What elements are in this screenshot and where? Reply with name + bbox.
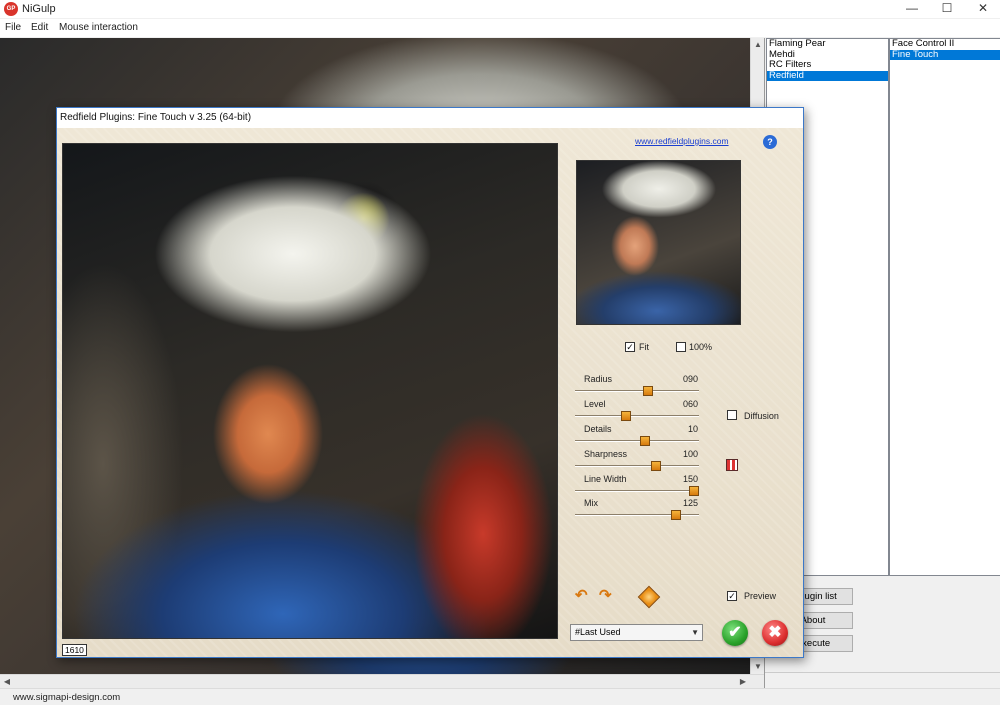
slider-handle[interactable] (651, 461, 662, 471)
app-titlebar: GP NiGulp — ☐ ✕ (0, 0, 1000, 18)
diffusion-label: Diffusion (744, 411, 779, 421)
slider-handle[interactable] (670, 510, 681, 520)
app-title: NiGulp (22, 3, 56, 15)
slider-handle[interactable] (643, 386, 654, 396)
preset-value: #Last Used (575, 627, 621, 637)
app-logo-icon: GP (4, 2, 18, 16)
close-window-button[interactable]: ✕ (966, 0, 1000, 18)
slider-value: 150 (682, 474, 698, 484)
slider-value: 090 (682, 374, 698, 384)
menu-file[interactable]: File (5, 22, 21, 33)
slider-value: 100 (682, 449, 698, 459)
scroll-right-icon[interactable]: ▶ (736, 675, 750, 689)
preview-label: Preview (744, 591, 777, 601)
slider-label: Radius (584, 374, 613, 384)
vendor-item-redfield[interactable]: Redfield (767, 70, 888, 81)
redo-icon[interactable]: ↷ (599, 588, 617, 603)
help-icon[interactable]: ? (763, 135, 777, 149)
cancel-button[interactable]: ✖ (762, 620, 788, 646)
scroll-down-icon[interactable]: ▼ (751, 660, 765, 674)
plugin-item-fine-touch[interactable]: Fine Touch (890, 49, 1000, 60)
slider-handle[interactable] (639, 436, 650, 446)
fit-checkbox[interactable]: ✓ (625, 342, 635, 352)
thumbnail-preview-image[interactable] (576, 160, 741, 325)
full-size-label: 100% (689, 342, 713, 352)
image-size-label: 1610 (62, 644, 87, 656)
minimize-button[interactable]: — (895, 0, 929, 18)
slider-label: Details (584, 424, 612, 434)
slider-track[interactable] (575, 465, 699, 467)
diffusion-checkbox[interactable] (727, 410, 737, 420)
preview-checkbox[interactable]: ✓ (727, 591, 737, 601)
slider-handle[interactable] (689, 486, 699, 496)
menu-mouse-interaction[interactable]: Mouse interaction (59, 22, 138, 33)
slider-label: Line Width (584, 474, 627, 484)
slider-value: 060 (682, 399, 698, 409)
preset-dropdown[interactable]: #Last Used ▼ (570, 624, 703, 641)
plugin-list[interactable]: Face Control II Fine Touch (889, 38, 1000, 576)
plugin-item-face-control[interactable]: Face Control II (890, 38, 1000, 50)
scroll-left-icon[interactable]: ◀ (0, 675, 14, 689)
main-preview-image[interactable] (62, 143, 558, 639)
website-link[interactable]: www.redfieldplugins.com (635, 136, 729, 146)
slider-handle[interactable] (620, 411, 631, 421)
slider-track[interactable] (575, 440, 699, 442)
slider-label: Sharpness (584, 449, 628, 459)
randomize-icon[interactable] (637, 585, 661, 609)
vendor-item-rc-filters[interactable]: RC Filters (767, 59, 888, 71)
panel-footer (765, 672, 1000, 688)
slider-label: Level (584, 399, 606, 409)
horizontal-scrollbar[interactable]: ◀ ▶ (0, 674, 764, 688)
slider-track[interactable] (575, 390, 699, 392)
menu-edit[interactable]: Edit (31, 22, 48, 33)
full-size-checkbox[interactable] (676, 342, 686, 352)
undo-icon[interactable]: ↶ (575, 588, 593, 603)
status-text: www.sigmapi-design.com (13, 692, 121, 703)
slider-value: 10 (687, 424, 698, 434)
vendor-item-flaming-pear[interactable]: Flaming Pear (767, 38, 888, 50)
slider-label: Mix (584, 498, 598, 508)
dialog-titlebar[interactable]: Redfield Plugins: Fine Touch v 3.25 (64-… (57, 108, 803, 128)
maximize-button[interactable]: ☐ (930, 0, 964, 18)
dialog-body: 1610 www.redfieldplugins.com ? ✓ Fit 100… (57, 128, 803, 657)
ok-button[interactable]: ✔ (722, 620, 748, 646)
color-picker-icon[interactable] (726, 459, 738, 471)
slider-track[interactable] (575, 415, 699, 417)
chevron-down-icon: ▼ (691, 628, 699, 637)
menu-bar: File Edit Mouse interaction (0, 19, 1000, 37)
status-bar: www.sigmapi-design.com (0, 688, 1000, 705)
slider-value: 125 (682, 498, 698, 508)
scroll-up-icon[interactable]: ▲ (751, 38, 765, 52)
slider-track[interactable] (575, 490, 699, 492)
fine-touch-dialog: Redfield Plugins: Fine Touch v 3.25 (64-… (56, 107, 804, 658)
dialog-title: Redfield Plugins: Fine Touch v 3.25 (64-… (60, 112, 252, 123)
fit-label: Fit (639, 342, 649, 352)
